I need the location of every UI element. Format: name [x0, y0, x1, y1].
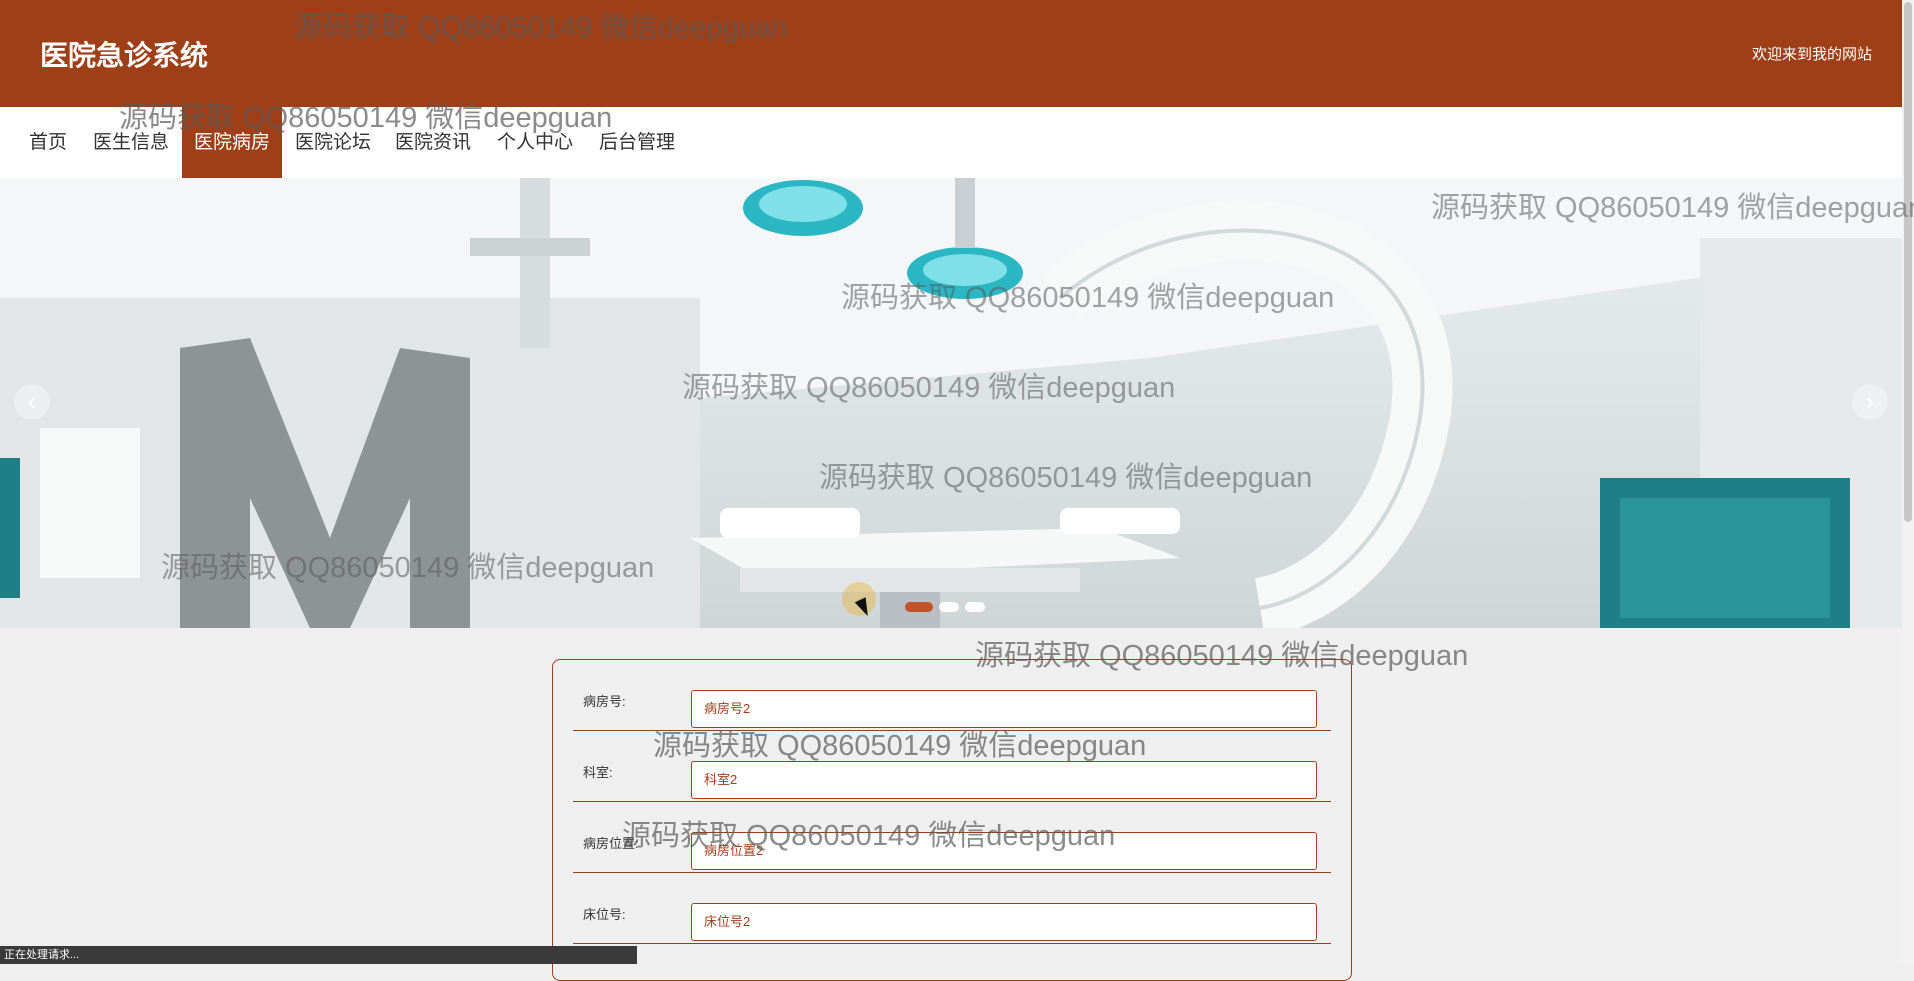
- ward-detail-form: 病房号: 病房号2 科室: 科室2 病房位置: 病房位置2 床位号: 床位号2: [552, 659, 1352, 981]
- carousel-dot-2[interactable]: [939, 601, 959, 612]
- carousel-dot-1[interactable]: [905, 601, 933, 612]
- nav-item-doctors[interactable]: 医生信息: [81, 107, 181, 178]
- nav-item-forum[interactable]: 医院论坛: [283, 107, 383, 178]
- welcome-text: 欢迎来到我的网站: [1751, 46, 1872, 63]
- scrollbar-thumb[interactable]: [1904, 2, 1912, 522]
- site-title[interactable]: 医院急诊系统: [40, 34, 208, 74]
- ward-number-field[interactable]: 病房号2: [691, 690, 1317, 728]
- nav-item-home[interactable]: 首页: [17, 107, 79, 178]
- nav-item-profile[interactable]: 个人中心: [485, 107, 585, 178]
- site-header: 医院急诊系统 欢迎来到我的网站: [0, 0, 1902, 107]
- carousel-dot-3[interactable]: [965, 601, 985, 612]
- bed-number-field[interactable]: 床位号2: [691, 903, 1317, 941]
- bed-number-label: 床位号:: [583, 907, 626, 922]
- nav-item-admin[interactable]: 后台管理: [587, 107, 687, 178]
- carousel-prev-button[interactable]: ‹: [14, 384, 50, 420]
- operating-room-image: [0, 178, 1902, 628]
- ward-location-field[interactable]: 病房位置2: [691, 832, 1317, 870]
- nav-item-wards[interactable]: 医院病房: [182, 107, 283, 178]
- carousel-next-button[interactable]: ›: [1852, 384, 1888, 420]
- form-row-department: 科室: 科室2: [573, 731, 1331, 802]
- carousel-indicators: [905, 598, 991, 612]
- form-row-ward-location: 病房位置: 病房位置2: [573, 802, 1331, 873]
- browser-status-bar: 正在处理请求...: [0, 946, 637, 964]
- department-label: 科室:: [583, 765, 613, 780]
- page-scrollbar[interactable]: [1902, 0, 1914, 964]
- ward-number-label: 病房号:: [583, 694, 626, 709]
- ward-location-label: 病房位置:: [583, 836, 639, 851]
- main-nav: 首页 医生信息 医院病房 医院论坛 医院资讯 个人中心 后台管理: [0, 107, 1902, 178]
- department-field[interactable]: 科室2: [691, 761, 1317, 799]
- form-row-ward-number: 病房号: 病房号2: [573, 660, 1331, 731]
- hero-carousel[interactable]: ‹ ›: [0, 178, 1902, 628]
- nav-item-news[interactable]: 医院资讯: [383, 107, 483, 178]
- form-row-bed-number: 床位号: 床位号2: [573, 873, 1331, 944]
